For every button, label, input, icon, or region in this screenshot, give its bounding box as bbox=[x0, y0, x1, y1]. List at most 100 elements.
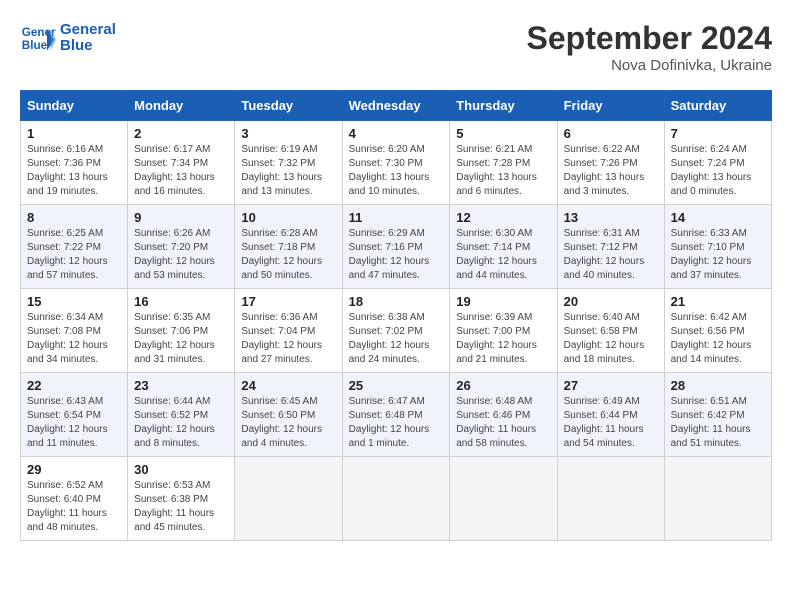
day-number: 10 bbox=[241, 210, 335, 225]
day-info: Sunrise: 6:52 AM Sunset: 6:40 PM Dayligh… bbox=[27, 479, 121, 535]
day-info: Sunrise: 6:45 AM Sunset: 6:50 PM Dayligh… bbox=[241, 395, 335, 451]
calendar-day-cell: 12Sunrise: 6:30 AM Sunset: 7:14 PM Dayli… bbox=[450, 205, 557, 289]
page-header: General Blue GeneralBlue September 2024 … bbox=[20, 20, 772, 74]
month-title: September 2024 bbox=[527, 20, 772, 57]
calendar-day-cell: 16Sunrise: 6:35 AM Sunset: 7:06 PM Dayli… bbox=[128, 289, 235, 373]
calendar-day-cell bbox=[557, 457, 664, 541]
logo-icon: General Blue bbox=[20, 20, 56, 56]
day-number: 22 bbox=[27, 378, 121, 393]
calendar-day-cell bbox=[664, 457, 771, 541]
calendar-day-cell: 23Sunrise: 6:44 AM Sunset: 6:52 PM Dayli… bbox=[128, 373, 235, 457]
weekday-header: Wednesday bbox=[342, 91, 450, 121]
calendar-day-cell: 21 Sunrise: 6:42 AM Sunset: 6:56 PM Dayli… bbox=[664, 289, 771, 373]
calendar-day-cell bbox=[450, 457, 557, 541]
title-block: September 2024 Nova Dofinivka, Ukraine bbox=[527, 20, 772, 74]
day-number: 6 bbox=[564, 126, 658, 141]
svg-text:Blue: Blue bbox=[22, 39, 48, 52]
day-info: Sunrise: 6:29 AM Sunset: 7:16 PM Dayligh… bbox=[349, 227, 444, 283]
weekday-header-row: SundayMondayTuesdayWednesdayThursdayFrid… bbox=[21, 91, 772, 121]
day-info: Sunrise: 6:20 AM Sunset: 7:30 PM Dayligh… bbox=[349, 143, 444, 199]
day-info: Sunrise: 6:34 AM Sunset: 7:08 PM Dayligh… bbox=[27, 311, 121, 367]
day-number: 24 bbox=[241, 378, 335, 393]
day-number: 26 bbox=[456, 378, 550, 393]
weekday-header: Friday bbox=[557, 91, 664, 121]
day-info: Sunrise: 6:43 AM Sunset: 6:54 PM Dayligh… bbox=[27, 395, 121, 451]
day-number: 30 bbox=[134, 462, 228, 477]
day-number: 27 bbox=[564, 378, 658, 393]
calendar-day-cell: 27 Sunrise: 6:49 AM Sunset: 6:44 PM Dayli… bbox=[557, 373, 664, 457]
calendar-day-cell: 13 Sunrise: 6:31 AM Sunset: 7:12 PM Dayli… bbox=[557, 205, 664, 289]
day-number: 9 bbox=[134, 210, 228, 225]
calendar-day-cell: 30 Sunrise: 6:53 AM Sunset: 6:38 PM Dayli… bbox=[128, 457, 235, 541]
day-info: Sunrise: 6:51 AM Sunset: 6:42 PM Dayligh… bbox=[671, 395, 765, 451]
day-number: 3 bbox=[241, 126, 335, 141]
calendar-day-cell: 17Sunrise: 6:36 AM Sunset: 7:04 PM Dayli… bbox=[235, 289, 342, 373]
calendar-week-row: 1 Sunrise: 6:16 AM Sunset: 7:36 PM Daylig… bbox=[21, 121, 772, 205]
day-number: 15 bbox=[27, 294, 121, 309]
calendar-day-cell: 29 Sunrise: 6:52 AM Sunset: 6:40 PM Dayli… bbox=[21, 457, 128, 541]
day-number: 1 bbox=[27, 126, 121, 141]
day-number: 4 bbox=[349, 126, 444, 141]
calendar-day-cell: 10 Sunrise: 6:28 AM Sunset: 7:18 PM Dayli… bbox=[235, 205, 342, 289]
calendar-day-cell: 1 Sunrise: 6:16 AM Sunset: 7:36 PM Daylig… bbox=[21, 121, 128, 205]
calendar-day-cell: 18 Sunrise: 6:38 AM Sunset: 7:02 PM Dayli… bbox=[342, 289, 450, 373]
day-info: Sunrise: 6:53 AM Sunset: 6:38 PM Dayligh… bbox=[134, 479, 228, 535]
day-info: Sunrise: 6:47 AM Sunset: 6:48 PM Dayligh… bbox=[349, 395, 444, 451]
weekday-header: Monday bbox=[128, 91, 235, 121]
logo: General Blue GeneralBlue bbox=[20, 20, 116, 56]
calendar-day-cell: 9 Sunrise: 6:26 AM Sunset: 7:20 PM Daylig… bbox=[128, 205, 235, 289]
calendar-day-cell: 28 Sunrise: 6:51 AM Sunset: 6:42 PM Dayli… bbox=[664, 373, 771, 457]
day-info: Sunrise: 6:48 AM Sunset: 6:46 PM Dayligh… bbox=[456, 395, 550, 451]
day-number: 7 bbox=[671, 126, 765, 141]
weekday-header: Saturday bbox=[664, 91, 771, 121]
day-info: Sunrise: 6:30 AM Sunset: 7:14 PM Dayligh… bbox=[456, 227, 550, 283]
day-number: 19 bbox=[456, 294, 550, 309]
day-info: Sunrise: 6:39 AM Sunset: 7:00 PM Dayligh… bbox=[456, 311, 550, 367]
day-info: Sunrise: 6:31 AM Sunset: 7:12 PM Dayligh… bbox=[564, 227, 658, 283]
calendar-day-cell: 7 Sunrise: 6:24 AM Sunset: 7:24 PM Daylig… bbox=[664, 121, 771, 205]
calendar-table: SundayMondayTuesdayWednesdayThursdayFrid… bbox=[20, 90, 772, 541]
day-info: Sunrise: 6:38 AM Sunset: 7:02 PM Dayligh… bbox=[349, 311, 444, 367]
day-number: 2 bbox=[134, 126, 228, 141]
day-number: 28 bbox=[671, 378, 765, 393]
day-number: 13 bbox=[564, 210, 658, 225]
day-info: Sunrise: 6:36 AM Sunset: 7:04 PM Dayligh… bbox=[241, 311, 335, 367]
day-number: 21 bbox=[671, 294, 765, 309]
location: Nova Dofinivka, Ukraine bbox=[527, 57, 772, 74]
day-number: 11 bbox=[349, 210, 444, 225]
day-number: 20 bbox=[564, 294, 658, 309]
logo-text: GeneralBlue bbox=[60, 22, 116, 55]
calendar-day-cell: 2Sunrise: 6:17 AM Sunset: 7:34 PM Daylig… bbox=[128, 121, 235, 205]
weekday-header: Sunday bbox=[21, 91, 128, 121]
day-number: 29 bbox=[27, 462, 121, 477]
calendar-week-row: 22 Sunrise: 6:43 AM Sunset: 6:54 PM Dayli… bbox=[21, 373, 772, 457]
calendar-day-cell: 6 Sunrise: 6:22 AM Sunset: 7:26 PM Daylig… bbox=[557, 121, 664, 205]
calendar-day-cell: 19 Sunrise: 6:39 AM Sunset: 7:00 PM Dayli… bbox=[450, 289, 557, 373]
day-number: 14 bbox=[671, 210, 765, 225]
calendar-day-cell: 4 Sunrise: 6:20 AM Sunset: 7:30 PM Daylig… bbox=[342, 121, 450, 205]
calendar-day-cell: 24 Sunrise: 6:45 AM Sunset: 6:50 PM Dayli… bbox=[235, 373, 342, 457]
day-info: Sunrise: 6:28 AM Sunset: 7:18 PM Dayligh… bbox=[241, 227, 335, 283]
day-info: Sunrise: 6:42 AM Sunset: 6:56 PM Dayligh… bbox=[671, 311, 765, 367]
day-info: Sunrise: 6:33 AM Sunset: 7:10 PM Dayligh… bbox=[671, 227, 765, 283]
day-number: 18 bbox=[349, 294, 444, 309]
calendar-day-cell: 22 Sunrise: 6:43 AM Sunset: 6:54 PM Dayli… bbox=[21, 373, 128, 457]
day-info: Sunrise: 6:26 AM Sunset: 7:20 PM Dayligh… bbox=[134, 227, 228, 283]
day-info: Sunrise: 6:22 AM Sunset: 7:26 PM Dayligh… bbox=[564, 143, 658, 199]
calendar-day-cell bbox=[235, 457, 342, 541]
day-info: Sunrise: 6:16 AM Sunset: 7:36 PM Dayligh… bbox=[27, 143, 121, 199]
weekday-header: Thursday bbox=[450, 91, 557, 121]
calendar-day-cell bbox=[342, 457, 450, 541]
day-info: Sunrise: 6:21 AM Sunset: 7:28 PM Dayligh… bbox=[456, 143, 550, 199]
calendar-day-cell: 26 Sunrise: 6:48 AM Sunset: 6:46 PM Dayli… bbox=[450, 373, 557, 457]
weekday-header: Tuesday bbox=[235, 91, 342, 121]
calendar-week-row: 29 Sunrise: 6:52 AM Sunset: 6:40 PM Dayli… bbox=[21, 457, 772, 541]
day-info: Sunrise: 6:40 AM Sunset: 6:58 PM Dayligh… bbox=[564, 311, 658, 367]
calendar-day-cell: 20 Sunrise: 6:40 AM Sunset: 6:58 PM Dayli… bbox=[557, 289, 664, 373]
calendar-day-cell: 3Sunrise: 6:19 AM Sunset: 7:32 PM Daylig… bbox=[235, 121, 342, 205]
day-number: 25 bbox=[349, 378, 444, 393]
calendar-day-cell: 15 Sunrise: 6:34 AM Sunset: 7:08 PM Dayli… bbox=[21, 289, 128, 373]
calendar-day-cell: 8Sunrise: 6:25 AM Sunset: 7:22 PM Daylig… bbox=[21, 205, 128, 289]
day-info: Sunrise: 6:49 AM Sunset: 6:44 PM Dayligh… bbox=[564, 395, 658, 451]
day-info: Sunrise: 6:24 AM Sunset: 7:24 PM Dayligh… bbox=[671, 143, 765, 199]
